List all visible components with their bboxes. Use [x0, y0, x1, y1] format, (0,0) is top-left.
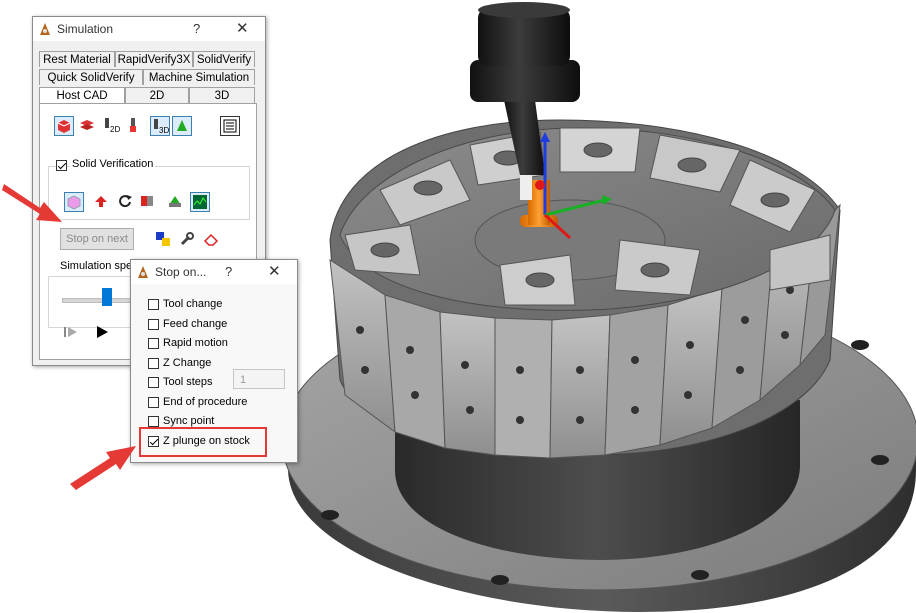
- annotation-arrows: [2, 184, 136, 490]
- arrow-stop-on-next: [2, 184, 62, 222]
- arrow-z-plunge: [70, 446, 136, 490]
